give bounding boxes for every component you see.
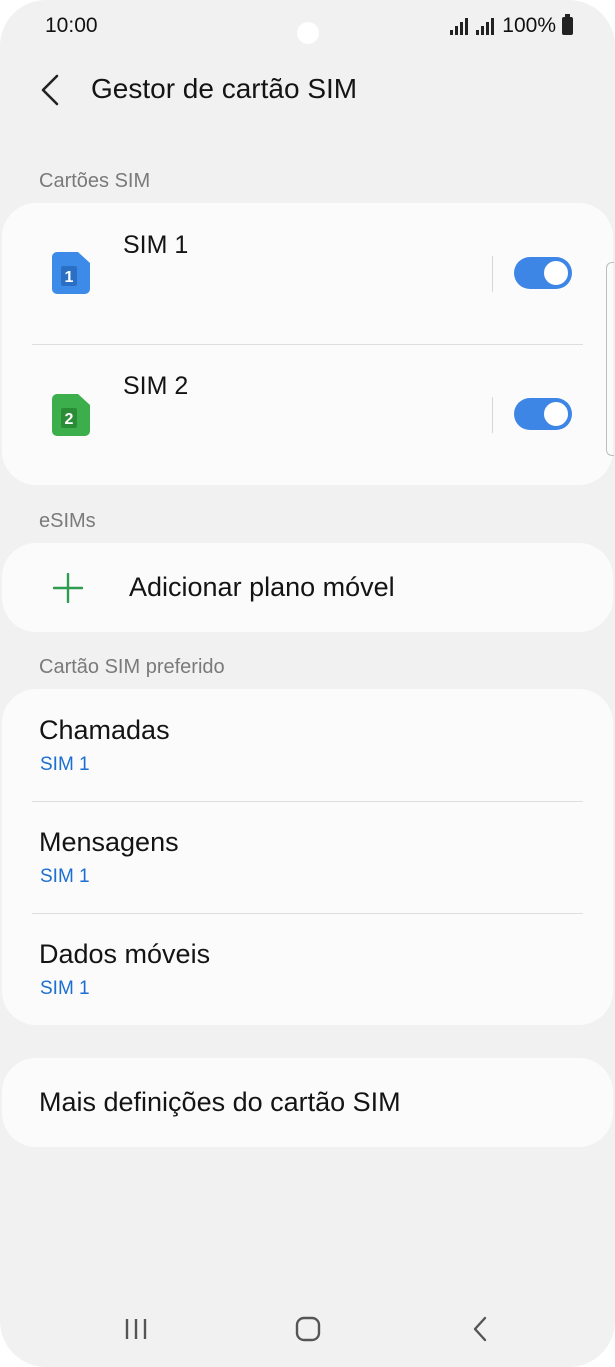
sim-name: SIM 1 [123, 231, 189, 259]
pref-title: Dados móveis [39, 939, 211, 969]
home-button[interactable] [286, 1312, 330, 1346]
toggle-knob [542, 259, 570, 287]
chevron-left-icon [41, 74, 59, 106]
preferred-sim-card: Chamadas SIM 1 Mensagens SIM 1 Dados móv… [2, 689, 613, 1025]
status-icons: 100% [450, 14, 573, 38]
sim-cards-card: 1 SIM 1 2 SIM 2 [2, 203, 613, 485]
more-sim-settings-button[interactable]: Mais definições do cartão SIM [2, 1058, 613, 1147]
back-button[interactable] [30, 68, 70, 112]
pref-title: Mensagens [39, 827, 179, 857]
more-sim-settings-label: Mais definições do cartão SIM [39, 1087, 401, 1117]
divider [492, 256, 493, 292]
add-mobile-plan-button[interactable]: Adicionar plano móvel [2, 543, 613, 632]
divider [492, 397, 493, 433]
section-label-preferred: Cartão SIM preferido [39, 656, 225, 678]
battery-percent: 100% [502, 14, 556, 37]
sim-card-icon: 1 [52, 252, 90, 294]
sim-card-icon: 2 [52, 394, 90, 436]
sim-name: SIM 2 [123, 372, 189, 400]
pref-title: Chamadas [39, 715, 170, 745]
camera-cutout [297, 22, 319, 44]
preferred-messages-item[interactable]: Mensagens SIM 1 [2, 801, 613, 913]
section-label-esims: eSIMs [39, 510, 96, 532]
back-icon [473, 1316, 487, 1342]
app-header: Gestor de cartão SIM [0, 60, 615, 120]
scrollbar[interactable] [606, 262, 614, 456]
pref-value: SIM 1 [40, 754, 90, 775]
status-bar: 10:00 100% [0, 0, 615, 56]
sim-badge: 2 [65, 411, 74, 428]
battery-icon [562, 14, 573, 35]
sim-1-toggle[interactable] [514, 257, 572, 289]
status-time: 10:00 [45, 14, 98, 37]
signal-icon [476, 17, 495, 35]
sim-row-1[interactable]: 1 SIM 1 [2, 203, 613, 343]
sim-row-2[interactable]: 2 SIM 2 [2, 345, 613, 485]
sim-badge: 1 [65, 269, 74, 286]
section-label-sim-cards: Cartões SIM [39, 170, 151, 192]
phone-screen: 10:00 100% Gestor de cartão SIM Cartões … [0, 0, 615, 1367]
toggle-knob [542, 400, 570, 428]
esim-card: Adicionar plano móvel [2, 543, 613, 632]
page-title: Gestor de cartão SIM [91, 73, 358, 104]
pref-value: SIM 1 [40, 866, 90, 887]
pref-value: SIM 1 [40, 978, 90, 999]
preferred-mobile-data-item[interactable]: Dados móveis SIM 1 [2, 913, 613, 1025]
plus-icon [53, 573, 83, 603]
navigation-bar [0, 1290, 615, 1367]
recents-button[interactable] [114, 1312, 158, 1346]
nav-back-button[interactable] [458, 1312, 502, 1346]
preferred-calls-item[interactable]: Chamadas SIM 1 [2, 689, 613, 801]
recents-icon [125, 1319, 147, 1339]
add-mobile-plan-label: Adicionar plano móvel [129, 572, 395, 602]
home-icon [295, 1316, 321, 1342]
sim-2-toggle[interactable] [514, 398, 572, 430]
signal-icon [450, 17, 469, 35]
